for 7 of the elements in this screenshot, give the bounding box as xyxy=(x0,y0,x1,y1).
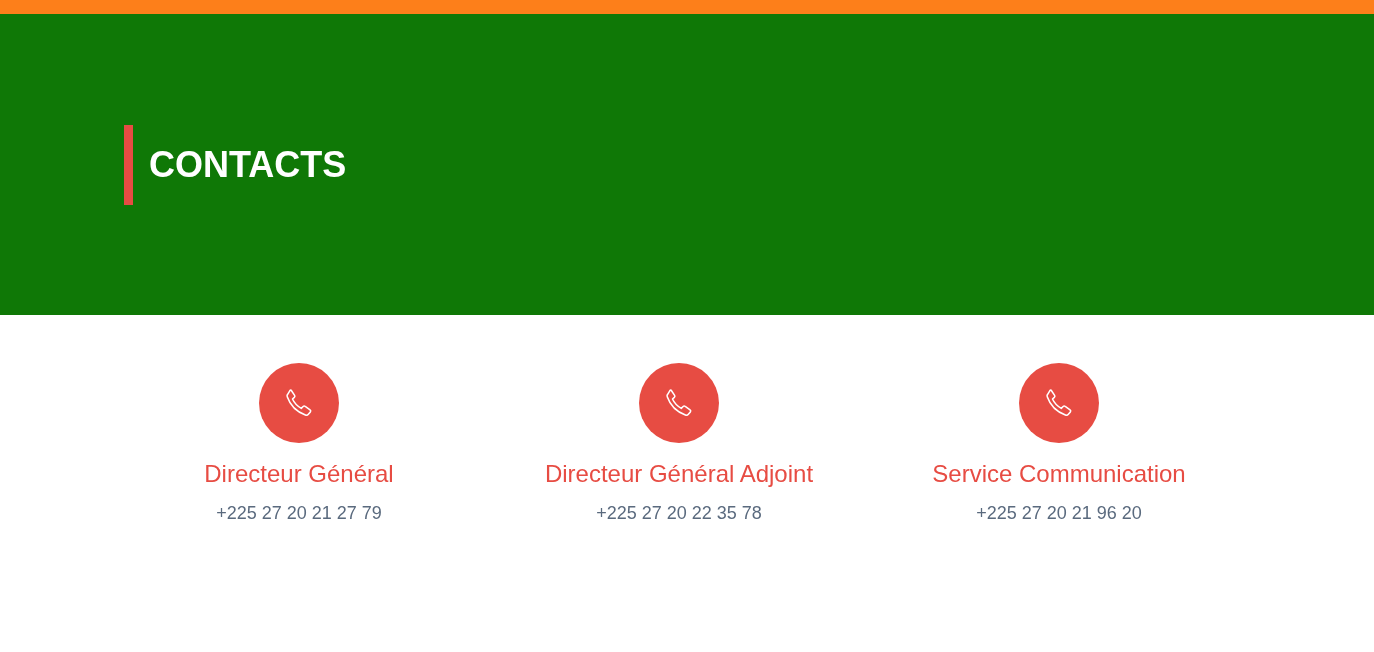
contact-title: Service Communication xyxy=(932,460,1186,488)
phone-number: +225 27 20 21 96 20 xyxy=(976,503,1142,524)
contact-title: Directeur Général Adjoint xyxy=(544,460,814,488)
page-title: CONTACTS xyxy=(149,143,347,186)
phone-number: +225 27 20 22 35 78 xyxy=(596,503,762,524)
contact-title: Directeur Général xyxy=(204,460,394,488)
phone-number: +225 27 20 21 27 79 xyxy=(216,503,382,524)
